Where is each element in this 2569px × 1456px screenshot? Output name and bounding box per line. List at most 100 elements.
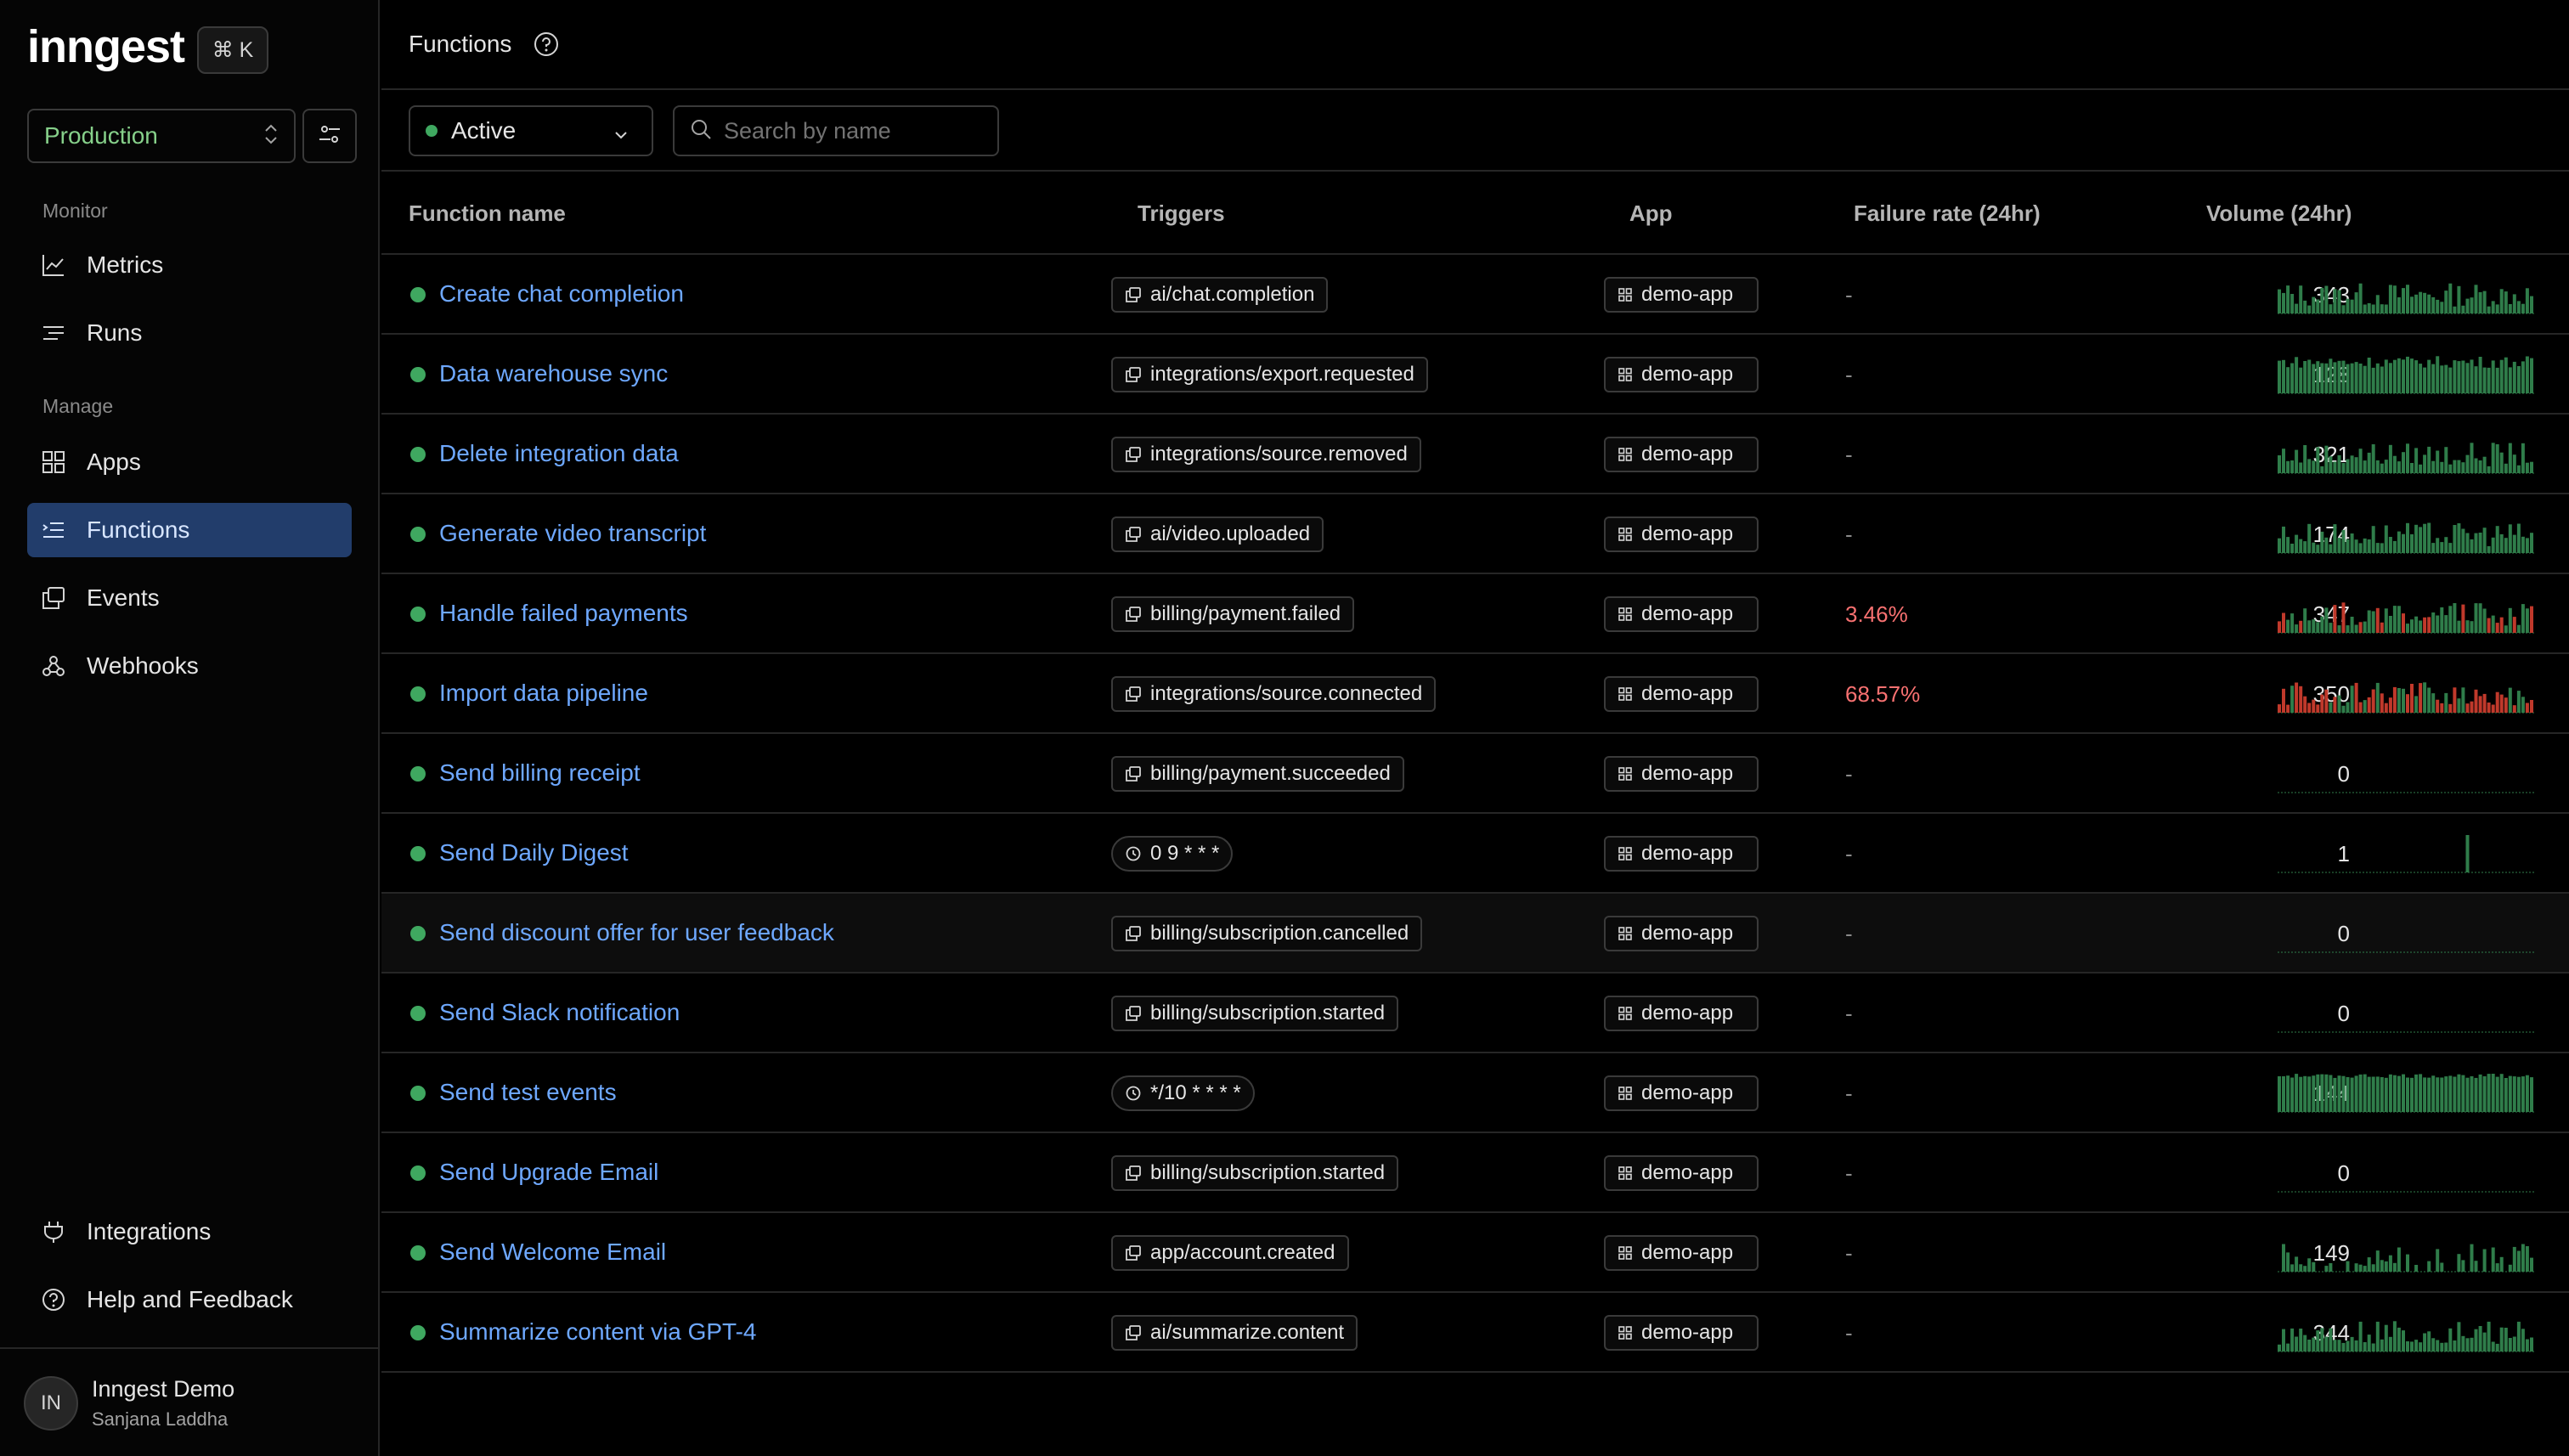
sidebar-item-webhooks[interactable]: Webhooks <box>27 639 352 693</box>
app-badge[interactable]: demo-app <box>1604 996 1759 1031</box>
function-name-link[interactable]: Send Daily Digest <box>439 839 629 866</box>
function-name-link[interactable]: Send billing receipt <box>439 759 641 787</box>
app-badge[interactable]: demo-app <box>1604 1235 1759 1271</box>
table-row[interactable]: Handle failed payments billing/payment.fa… <box>381 574 2569 654</box>
sidebar-item-help[interactable]: Help and Feedback <box>27 1273 352 1327</box>
sidebar-item-metrics[interactable]: Metrics <box>27 238 352 292</box>
event-icon <box>1125 1165 1142 1182</box>
environment-label: Production <box>44 122 158 149</box>
table-row[interactable]: Generate video transcript ai/video.upload… <box>381 494 2569 574</box>
table-row[interactable]: Send billing receipt billing/payment.succ… <box>381 734 2569 814</box>
sparkline-bar <box>2295 357 2299 393</box>
table-row[interactable]: Data warehouse sync integrations/export.r… <box>381 335 2569 415</box>
table-row[interactable]: Create chat completion ai/chat.completion… <box>381 255 2569 335</box>
function-name-link[interactable]: Summarize content via GPT-4 <box>439 1318 756 1346</box>
sparkline-bar <box>2470 701 2474 713</box>
sparkline-bar <box>2427 1331 2431 1352</box>
function-name-link[interactable]: Handle failed payments <box>439 600 688 627</box>
settings-toggle-button[interactable] <box>302 109 357 163</box>
table-row[interactable]: Send test events*/10 * * * *demo-app-144 <box>381 1053 2569 1133</box>
app-badge[interactable]: demo-app <box>1604 1075 1759 1111</box>
table-row[interactable]: Send discount offer for user feedback bil… <box>381 894 2569 973</box>
sparkline-bar <box>2312 1261 2316 1272</box>
app-badge[interactable]: demo-app <box>1604 277 1759 313</box>
function-name-link[interactable]: Delete integration data <box>439 440 679 467</box>
app-badge[interactable]: demo-app <box>1604 357 1759 392</box>
function-name-link[interactable]: Data warehouse sync <box>439 360 668 387</box>
sparkline-bar <box>2341 529 2346 553</box>
sparkline-bar <box>2440 302 2444 313</box>
sparkline-bar <box>2316 1074 2320 1112</box>
inngest-logo[interactable]: inngest <box>27 20 185 73</box>
sparkline-bar <box>2495 1343 2499 1352</box>
sparkline-bar <box>2299 620 2303 633</box>
function-name-link[interactable]: Send discount offer for user feedback <box>439 919 834 946</box>
function-name-link[interactable]: Send Upgrade Email <box>439 1159 658 1186</box>
function-name-link[interactable]: Import data pipeline <box>439 680 648 707</box>
sparkline-bar <box>2402 288 2405 313</box>
app-badge[interactable]: demo-app <box>1604 596 1759 632</box>
sparkline-bar <box>2410 619 2414 633</box>
sparkline-bar <box>2448 606 2453 633</box>
sparkline-bar <box>2465 1338 2470 1352</box>
sidebar-item-functions[interactable]: Functions <box>27 503 352 557</box>
sidebar-item-apps[interactable]: Apps <box>27 435 352 489</box>
search-input[interactable] <box>724 117 979 144</box>
app-badge[interactable]: demo-app <box>1604 1155 1759 1191</box>
app-badge[interactable]: demo-app <box>1604 676 1759 712</box>
table-row[interactable]: Delete integration data integrations/sour… <box>381 415 2569 494</box>
sparkline-bar <box>2530 533 2533 553</box>
sparkline-bar <box>2307 1258 2312 1272</box>
sparkline-bar <box>2414 294 2419 313</box>
sparkline-bar <box>2444 537 2448 553</box>
sparkline-bar <box>2504 1078 2508 1112</box>
sparkline-bar <box>2444 364 2448 393</box>
app-badge[interactable]: demo-app <box>1604 437 1759 472</box>
app-badge[interactable]: demo-app <box>1604 1315 1759 1351</box>
trigger-label: integrations/export.requested <box>1150 363 1414 386</box>
function-name-link[interactable]: Send test events <box>439 1079 617 1106</box>
sparkline-bar <box>2380 463 2384 473</box>
table-row[interactable]: Import data pipeline integrations/source.… <box>381 654 2569 734</box>
sparkline-bar <box>2495 304 2499 313</box>
app-badge[interactable]: demo-app <box>1604 836 1759 872</box>
trigger-badge: billing/subscription.cancelled <box>1111 916 1423 951</box>
table-row[interactable]: Send Slack notification billing/subscript… <box>381 973 2569 1053</box>
table-row[interactable]: Send Upgrade Email billing/subscription.s… <box>381 1133 2569 1213</box>
app-badge[interactable]: demo-app <box>1604 756 1759 792</box>
status-filter-select[interactable]: Active <box>409 105 653 156</box>
app-badge[interactable]: demo-app <box>1604 916 1759 951</box>
sparkline-bar <box>2530 1077 2533 1112</box>
column-triggers: Triggers <box>1138 200 1225 226</box>
sparkline-bar <box>2453 525 2457 553</box>
sparkline-bar <box>2320 694 2324 713</box>
sidebar-item-events[interactable]: Events <box>27 571 352 625</box>
avatar[interactable]: IN <box>24 1376 78 1431</box>
sparkline-bar <box>2478 533 2482 553</box>
table-row[interactable]: Summarize content via GPT-4 ai/summarize.… <box>381 1293 2569 1373</box>
function-name-link[interactable]: Create chat completion <box>439 280 684 308</box>
event-icon <box>1125 1244 1142 1261</box>
runs-list-icon <box>39 319 68 347</box>
environment-select[interactable]: Production <box>27 109 296 163</box>
sparkline-bar <box>2295 1336 2299 1352</box>
app-badge[interactable]: demo-app <box>1604 516 1759 552</box>
help-circle-icon[interactable] <box>533 31 560 58</box>
sparkline-bar <box>2341 305 2346 313</box>
plug-icon <box>39 1217 68 1246</box>
search-box[interactable] <box>673 105 999 156</box>
failure-rate: 68.57% <box>1845 681 1921 707</box>
sparkline-bar <box>2371 1343 2375 1352</box>
sparkline-bar <box>2487 1321 2491 1352</box>
sidebar-item-integrations[interactable]: Integrations <box>27 1205 352 1259</box>
function-name-link[interactable]: Send Welcome Email <box>439 1239 666 1266</box>
sidebar-item-runs[interactable]: Runs <box>27 306 352 360</box>
sparkline-bar <box>2525 538 2529 553</box>
user-name[interactable]: Inngest Demo <box>92 1376 234 1402</box>
table-row[interactable]: Send Daily Digest 0 9 * * * demo-app -1 <box>381 814 2569 894</box>
table-row[interactable]: Send Welcome Email app/account.created dem… <box>381 1213 2569 1293</box>
function-name-link[interactable]: Generate video transcript <box>439 520 706 547</box>
column-function-name[interactable]: Function name <box>409 200 566 227</box>
command-palette-button[interactable]: ⌘ K <box>197 26 268 74</box>
function-name-link[interactable]: Send Slack notification <box>439 999 680 1026</box>
